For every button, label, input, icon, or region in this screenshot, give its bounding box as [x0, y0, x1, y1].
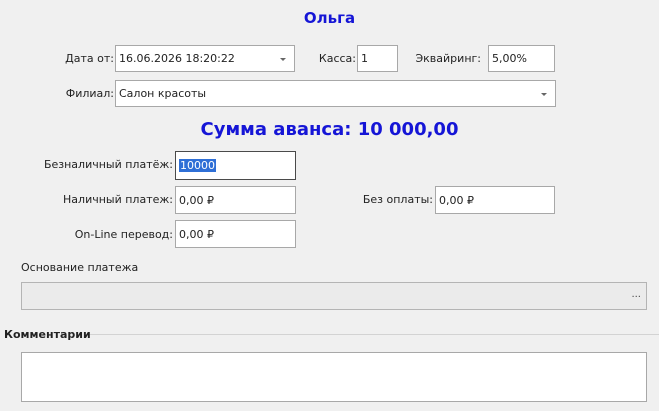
cash-label: Наличный платеж:	[63, 193, 173, 206]
advance-sum-heading: Сумма аванса: 10 000,00	[200, 119, 459, 140]
cashless-label: Безналичный платёж:	[43, 158, 173, 171]
date-from-dropdown[interactable]: 16.06.2026 18:20:22	[115, 45, 295, 72]
payment-basis-field[interactable]: ...	[21, 282, 647, 310]
comments-divider	[84, 334, 659, 335]
chevron-down-icon	[541, 92, 547, 96]
online-label: On-Line перевод:	[74, 228, 173, 241]
branch-label: Филиал:	[65, 87, 114, 100]
comments-textarea[interactable]	[21, 352, 647, 402]
client-name-title: Ольга	[303, 9, 356, 27]
cash-input[interactable]: 0,00 ₽	[175, 186, 296, 214]
date-from-label: Дата от:	[65, 52, 114, 65]
ellipsis-button[interactable]: ...	[631, 289, 641, 300]
branch-dropdown[interactable]: Салон красоты	[115, 80, 556, 107]
cashless-value: 10000	[179, 159, 216, 172]
kassa-label: Касса:	[318, 52, 356, 65]
kassa-input[interactable]: 1	[357, 45, 398, 72]
branch-value: Салон красоты	[119, 87, 207, 100]
acquiring-input[interactable]: 5,00%	[488, 45, 555, 72]
comments-label: Комментарии	[4, 328, 91, 341]
date-from-value: 16.06.2026 18:20:22	[119, 52, 235, 65]
payment-basis-label: Основание платежа	[21, 261, 139, 274]
no-payment-input[interactable]: 0,00 ₽	[435, 186, 555, 214]
chevron-down-icon	[280, 57, 286, 61]
cashless-input[interactable]: 10000	[175, 151, 296, 180]
no-payment-label: Без оплаты:	[362, 193, 433, 206]
acquiring-label: Эквайринг:	[415, 52, 481, 65]
online-input[interactable]: 0,00 ₽	[175, 220, 296, 248]
